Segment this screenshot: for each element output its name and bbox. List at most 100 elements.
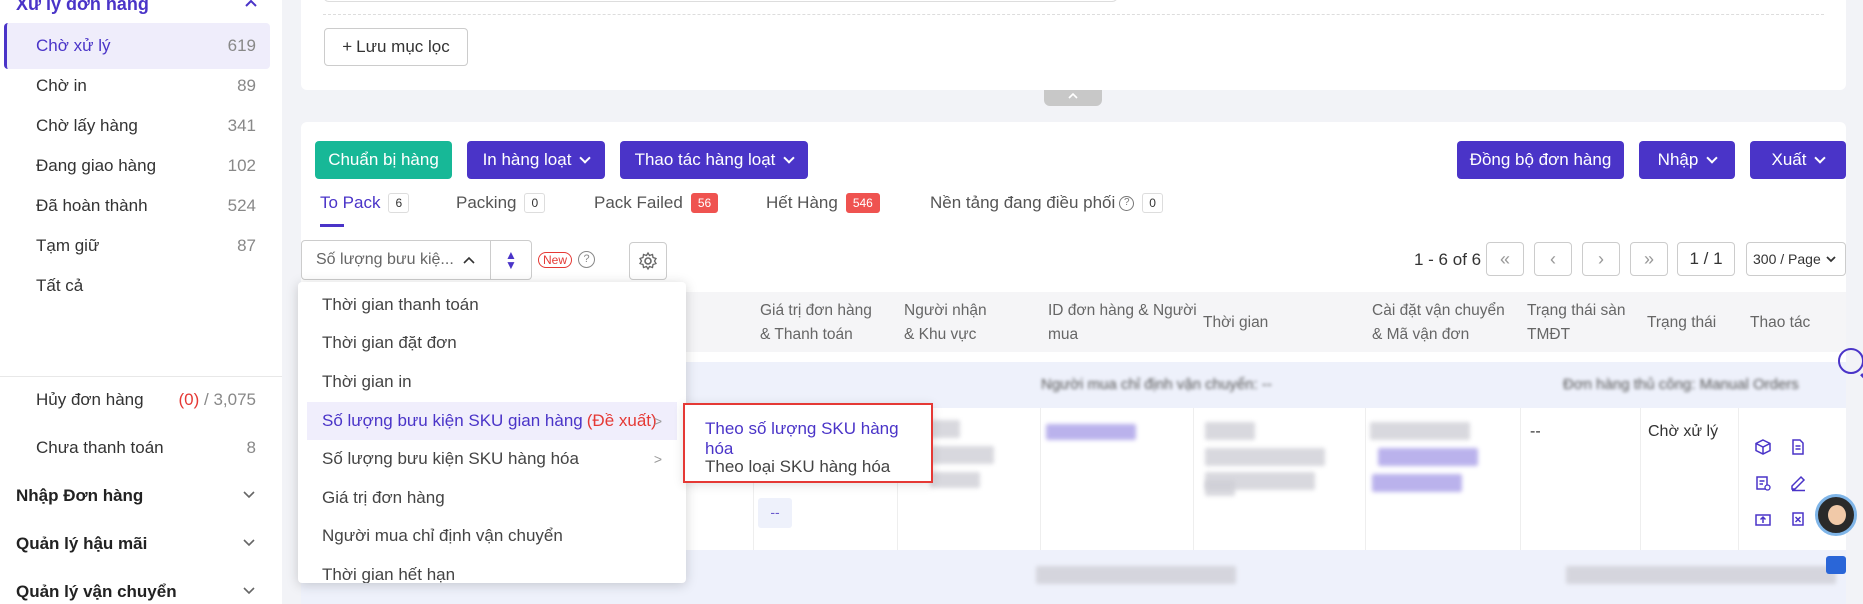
option-label: Người mua chỉ định vận chuyển <box>322 526 563 545</box>
sort-option-store-sku-parcels[interactable]: Số lượng bưu kiện SKU gian hàng (Đề xuất… <box>307 402 677 440</box>
tab-label: Hết Hàng <box>766 193 838 212</box>
sidebar-item-label: Chờ in <box>36 76 87 95</box>
option-label: Số lượng bưu kiện SKU hàng hóa <box>322 449 579 468</box>
sort-option-print-time[interactable]: Thời gian in <box>298 363 686 401</box>
import-button[interactable]: Nhập <box>1639 141 1735 179</box>
save-filter-button[interactable]: + Lưu mục lọc <box>324 28 468 66</box>
sort-desc-icon: ▼ <box>505 258 517 272</box>
list-edit-icon[interactable] <box>1752 472 1774 494</box>
sidebar-group-quan-ly-hau-mai[interactable]: Quản lý hậu mãi <box>0 521 270 567</box>
tab-label: Packing <box>456 193 517 212</box>
column-header-platform-status: Trạng thái sàn TMĐT <box>1527 302 1626 343</box>
chevron-down-icon <box>242 582 256 602</box>
column-settings-button[interactable] <box>629 242 667 280</box>
column-header-order-value: Giá trị đơn hàng & Thanh toán <box>760 302 872 343</box>
prev-page-button[interactable]: ‹ <box>1534 242 1572 276</box>
cancel-box-icon[interactable] <box>1787 508 1809 530</box>
sort-option-order-value[interactable]: Giá trị đơn hàng <box>298 479 686 517</box>
sidebar-group-quan-ly-van-chuyen[interactable]: Quản lý vận chuyển <box>0 569 270 604</box>
sidebar-item-chua-thanh-toan[interactable]: Chưa thanh toán 8 <box>4 425 270 471</box>
option-label: Thời gian in <box>322 372 412 391</box>
page-number-input[interactable]: 1 / 1 <box>1677 242 1735 276</box>
chevron-right-icon: > <box>653 413 662 429</box>
blurred-content <box>1046 424 1136 440</box>
blurred-content <box>1378 448 1478 466</box>
chat-icon[interactable] <box>1826 556 1846 574</box>
bulk-actions-button[interactable]: Thao tác hàng loạt <box>620 141 808 179</box>
cancel-pending-count: (0) <box>178 390 200 409</box>
tab-platform-dispatching[interactable]: Nền tảng đang điều phối ? 0 <box>930 190 1163 216</box>
sort-field-select[interactable]: Số lượng bưu kiệ... <box>301 240 491 280</box>
tab-packing[interactable]: Packing 0 <box>456 190 546 216</box>
tab-label: Nền tảng đang điều phối <box>930 193 1116 212</box>
page-size-value: 300 / Page <box>1753 251 1821 267</box>
sidebar: Xử lý đơn hàng Chờ xử lý 619 Chờ in 89 C… <box>0 0 282 604</box>
submenu-by-sku-type[interactable]: Theo loại SKU hàng hóa <box>705 457 890 477</box>
page-size-select[interactable]: 300 / Page <box>1746 242 1846 276</box>
sort-option-buyer-shipping[interactable]: Người mua chỉ định vận chuyển <box>298 517 686 555</box>
sidebar-item-label: Tất cả <box>36 276 84 295</box>
sort-option-order-time[interactable]: Thời gian đặt đơn <box>298 324 686 362</box>
chevron-up-icon <box>463 256 475 264</box>
chevron-right-icon: > <box>653 451 662 467</box>
tab-count-badge: 546 <box>845 193 880 213</box>
document-icon[interactable] <box>1787 436 1809 458</box>
package-icon[interactable] <box>1752 436 1774 458</box>
sidebar-item-count: 8 <box>246 438 256 457</box>
new-badge: New <box>538 252 573 268</box>
first-page-button[interactable]: « <box>1486 242 1524 276</box>
option-label: Thời gian thanh toán <box>322 295 479 314</box>
bulk-print-button[interactable]: In hàng loạt <box>467 141 605 179</box>
gear-icon <box>639 251 657 271</box>
pagination-info: 1 - 6 of 6 <box>1414 250 1482 269</box>
blurred-content <box>930 420 960 438</box>
tab-pack-failed[interactable]: Pack Failed 56 <box>594 190 719 216</box>
tab-label: To Pack <box>320 193 381 212</box>
blurred-content <box>1370 422 1470 440</box>
active-tab-indicator <box>320 224 344 227</box>
sync-orders-button[interactable]: Đồng bộ đơn hàng <box>1457 141 1624 179</box>
tab-to-pack[interactable]: To Pack 6 <box>320 190 410 216</box>
export-button[interactable]: Xuất <box>1750 141 1846 179</box>
column-header-time: Thời gian <box>1203 314 1269 331</box>
search-icon[interactable] <box>1838 348 1863 374</box>
chevron-down-icon <box>242 486 256 506</box>
collapse-filter-toggle[interactable] <box>1044 90 1102 106</box>
blurred-content <box>1205 448 1325 466</box>
column-divider <box>1193 408 1194 550</box>
column-divider <box>1520 408 1521 550</box>
edit-icon[interactable] <box>1787 472 1809 494</box>
chevron-left-icon: ‹ <box>1550 248 1556 269</box>
help-icon[interactable]: ? <box>578 251 595 268</box>
column-header-actions: Thao tác <box>1750 314 1811 331</box>
filter-input-remnant <box>323 0 1118 2</box>
column-divider <box>1040 408 1041 550</box>
submenu-by-sku-quantity[interactable]: Theo số lượng SKU hàng hóa <box>705 419 931 459</box>
sort-option-expire-time[interactable]: Thời gian hết hạn <box>298 556 686 583</box>
double-chevron-right-icon: » <box>1643 248 1654 269</box>
sidebar-item-count: 87 <box>237 236 256 255</box>
option-label: Thời gian hết hạn <box>322 565 456 583</box>
sidebar-item-tat-ca[interactable]: Tất cả <box>4 263 270 309</box>
sort-option-payment-time[interactable]: Thời gian thanh toán <box>298 286 686 324</box>
support-avatar[interactable] <box>1815 494 1857 536</box>
sidebar-group-nhap-don-hang[interactable]: Nhập Đơn hàng <box>0 473 270 519</box>
column-header-status: Trạng thái <box>1647 314 1717 331</box>
sidebar-section-order-processing[interactable]: Xử lý đơn hàng <box>0 0 270 20</box>
last-page-button[interactable]: » <box>1630 242 1668 276</box>
sidebar-item-huy-don-hang[interactable]: Hủy đơn hàng (0) / 3,075 <box>4 377 270 423</box>
sort-option-product-sku-parcels[interactable]: Số lượng bưu kiện SKU hàng hóa > <box>298 440 686 478</box>
sidebar-item-label: Hủy đơn hàng <box>36 390 144 409</box>
next-page-button[interactable]: › <box>1582 242 1620 276</box>
tab-count-badge: 56 <box>690 193 719 213</box>
option-label: Giá trị đơn hàng <box>322 488 445 507</box>
upload-box-icon[interactable] <box>1752 508 1774 530</box>
filter-divider <box>323 14 1824 15</box>
blurred-content <box>1205 480 1235 496</box>
sort-order-toggle[interactable]: ▲ ▼ <box>490 240 532 280</box>
blurred-content <box>930 446 994 464</box>
tab-het-hang[interactable]: Hết Hàng 546 <box>766 190 880 216</box>
sidebar-item-label: Chờ lấy hàng <box>36 116 138 135</box>
plus-icon: + <box>342 37 353 56</box>
prepare-goods-button[interactable]: Chuẩn bị hàng <box>315 141 452 179</box>
